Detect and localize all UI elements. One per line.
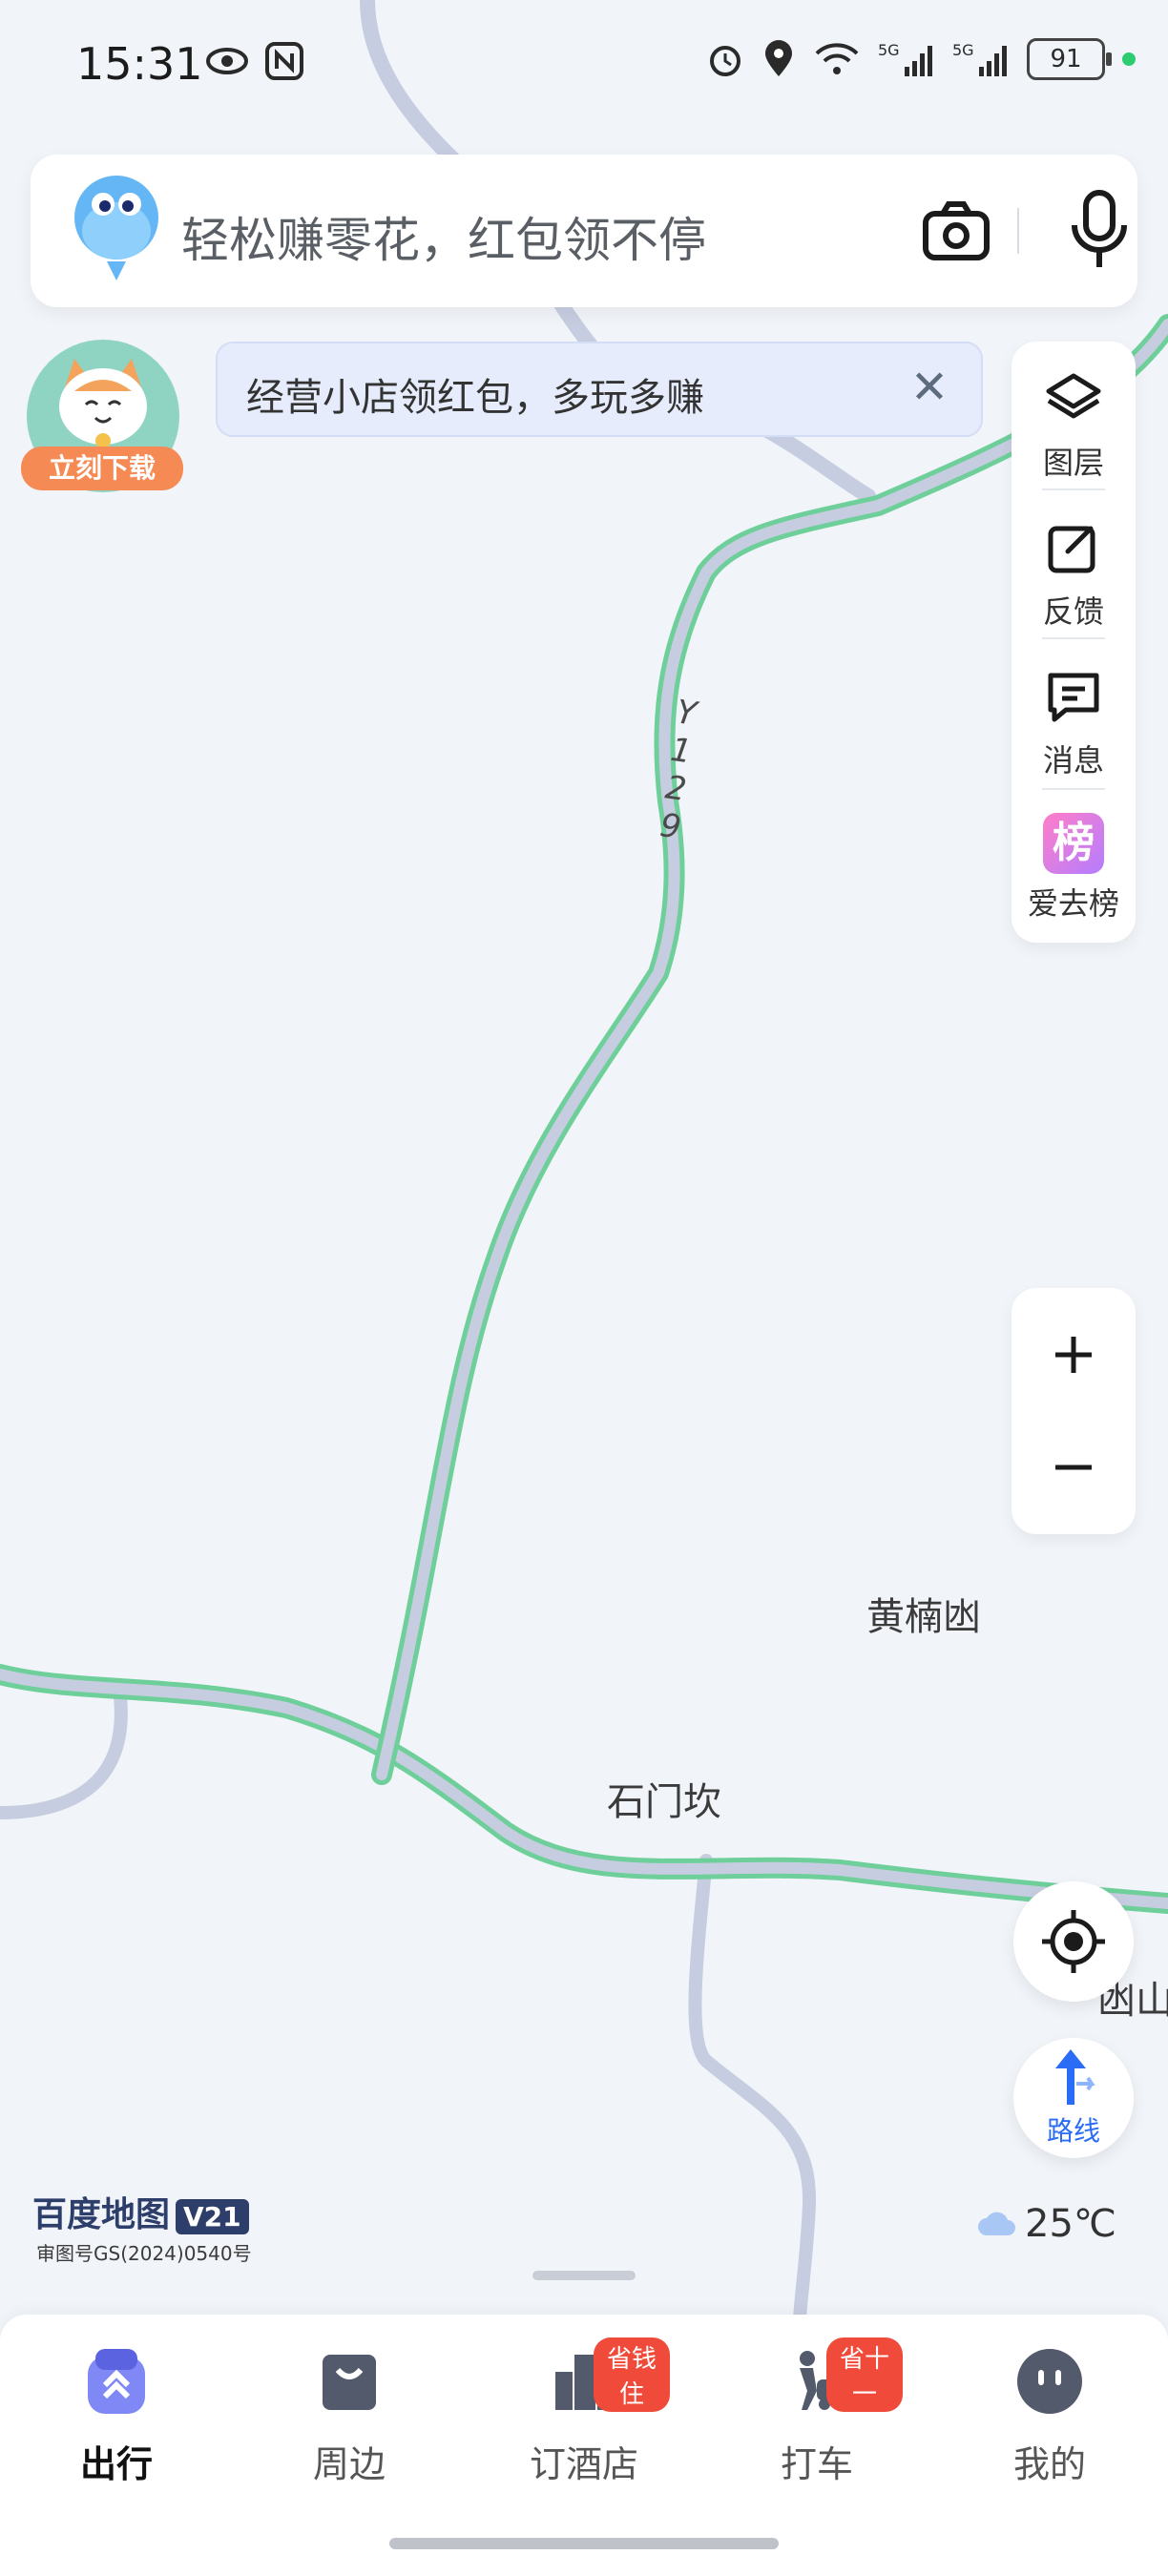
zoom-controls <box>1012 1288 1136 1534</box>
place-label-huangnandang[interactable]: 黄楠凼 <box>866 1586 981 1641</box>
promo-download[interactable]: 立刻下载 <box>21 340 183 502</box>
nav-tab-nearby[interactable]: 周边 <box>263 2343 435 2487</box>
cloud-icon <box>978 2212 1015 2235</box>
status-dot <box>1122 52 1136 66</box>
logo-text: 百度地图 <box>32 2195 171 2234</box>
alarm-icon <box>710 46 740 76</box>
tool-feedback[interactable]: 反馈 <box>1012 517 1136 632</box>
plus-icon <box>1055 1337 1092 1373</box>
hotel-badge: 省钱住 <box>594 2337 670 2412</box>
profile-face-icon <box>1017 2349 1082 2414</box>
status-time: 15:31 <box>76 38 203 90</box>
svg-text:5G: 5G <box>878 41 900 59</box>
signal-5g-icon: 5G <box>878 41 932 76</box>
home-indicator[interactable] <box>389 2538 779 2549</box>
tool-label-messages: 消息 <box>1042 742 1104 779</box>
nav-label-taxi: 打车 <box>780 2443 853 2485</box>
approval-number: 审图号GS(2024)0540号 <box>36 2242 252 2265</box>
mascot-icon[interactable] <box>69 174 164 288</box>
tool-messages[interactable]: 消息 <box>1012 666 1136 780</box>
status-right-icons: 5G 5G 91 <box>706 38 1136 80</box>
nearby-bag-icon <box>323 2355 376 2410</box>
tools-divider <box>1042 637 1105 639</box>
microphone-icon[interactable] <box>1061 187 1137 273</box>
baidu-map-logo: 百度地图 V21 <box>32 2187 249 2236</box>
svg-text:5G: 5G <box>952 41 974 59</box>
route-button[interactable]: 路线 <box>1013 2038 1134 2158</box>
minus-icon <box>1055 1465 1092 1470</box>
status-left-icons <box>204 42 303 80</box>
version-badge: V21 <box>176 2199 249 2234</box>
tools-divider <box>1042 788 1105 790</box>
nav-tab-mine[interactable]: 我的 <box>964 2343 1136 2487</box>
search-placeholder[interactable]: 轻松赚零花，红包领不停 <box>181 202 706 271</box>
map-tools-panel: 图层 反馈 消息 榜 爱去榜 <box>1012 342 1136 943</box>
nav-tab-hotel[interactable]: 订酒店 省钱住 <box>498 2337 670 2487</box>
temperature: 25℃ <box>1025 2202 1116 2246</box>
nav-label-mine: 我的 <box>1012 2443 1086 2485</box>
lucky-cat-icon <box>59 359 147 448</box>
zoom-out-button[interactable] <box>1012 1410 1136 1525</box>
location-icon <box>765 40 792 76</box>
feedback-icon <box>1048 526 1095 573</box>
place-label-shimenkan[interactable]: 石门坎 <box>607 1771 721 1826</box>
wifi-icon <box>815 43 859 74</box>
sheet-drag-handle[interactable] <box>532 2271 636 2280</box>
nav-tab-taxi[interactable]: 打车 省十一 <box>731 2337 903 2487</box>
camera-icon[interactable] <box>918 193 994 269</box>
nav-label-travel: 出行 <box>79 2443 153 2485</box>
search-divider <box>1017 208 1019 254</box>
tool-ranking[interactable]: 榜 爱去榜 <box>1012 813 1136 924</box>
travel-icon <box>88 2349 145 2414</box>
notice-banner[interactable]: 经营小店领红包，多玩多赚 ✕ <box>216 342 983 437</box>
eye-icon <box>206 48 248 74</box>
search-bar[interactable]: 轻松赚零花，红包领不停 <box>31 155 1137 307</box>
nav-label-hotel: 订酒店 <box>529 2443 638 2485</box>
signal-5g-icon-2: 5G <box>952 41 1007 76</box>
tool-label-ranking: 爱去榜 <box>1027 885 1119 922</box>
taxi-badge: 省十一 <box>826 2337 903 2412</box>
battery-indicator: 91 <box>1027 38 1112 80</box>
bottom-nav: 出行 周边 订酒店 省钱住 打车 省十一 我的 <box>0 2315 1168 2576</box>
nfc-icon <box>265 42 303 80</box>
battery-level: 91 <box>1050 45 1082 73</box>
tool-label-feedback: 反馈 <box>1042 593 1104 630</box>
message-icon <box>1048 673 1099 722</box>
crosshair-icon <box>1042 1910 1105 1973</box>
nav-label-nearby: 周边 <box>312 2443 386 2485</box>
ranking-icon: 榜 <box>1043 813 1104 874</box>
layers-icon <box>1046 373 1101 419</box>
tool-label-layers: 图层 <box>1042 445 1104 481</box>
locate-button[interactable] <box>1013 1881 1134 2002</box>
tool-layers[interactable]: 图层 <box>1012 368 1136 483</box>
zoom-in-button[interactable] <box>1012 1298 1136 1412</box>
weather-widget[interactable]: 25℃ <box>977 2202 1116 2246</box>
tools-divider <box>1042 488 1105 490</box>
banner-text[interactable]: 经营小店领红包，多玩多赚 <box>246 366 704 422</box>
route-arrow-icon <box>1055 2049 1095 2105</box>
promo-label[interactable]: 立刻下载 <box>21 447 183 490</box>
close-icon[interactable]: ✕ <box>903 361 956 414</box>
nav-tab-travel[interactable]: 出行 <box>31 2343 202 2487</box>
route-label[interactable]: 路线 <box>1013 2110 1134 2149</box>
